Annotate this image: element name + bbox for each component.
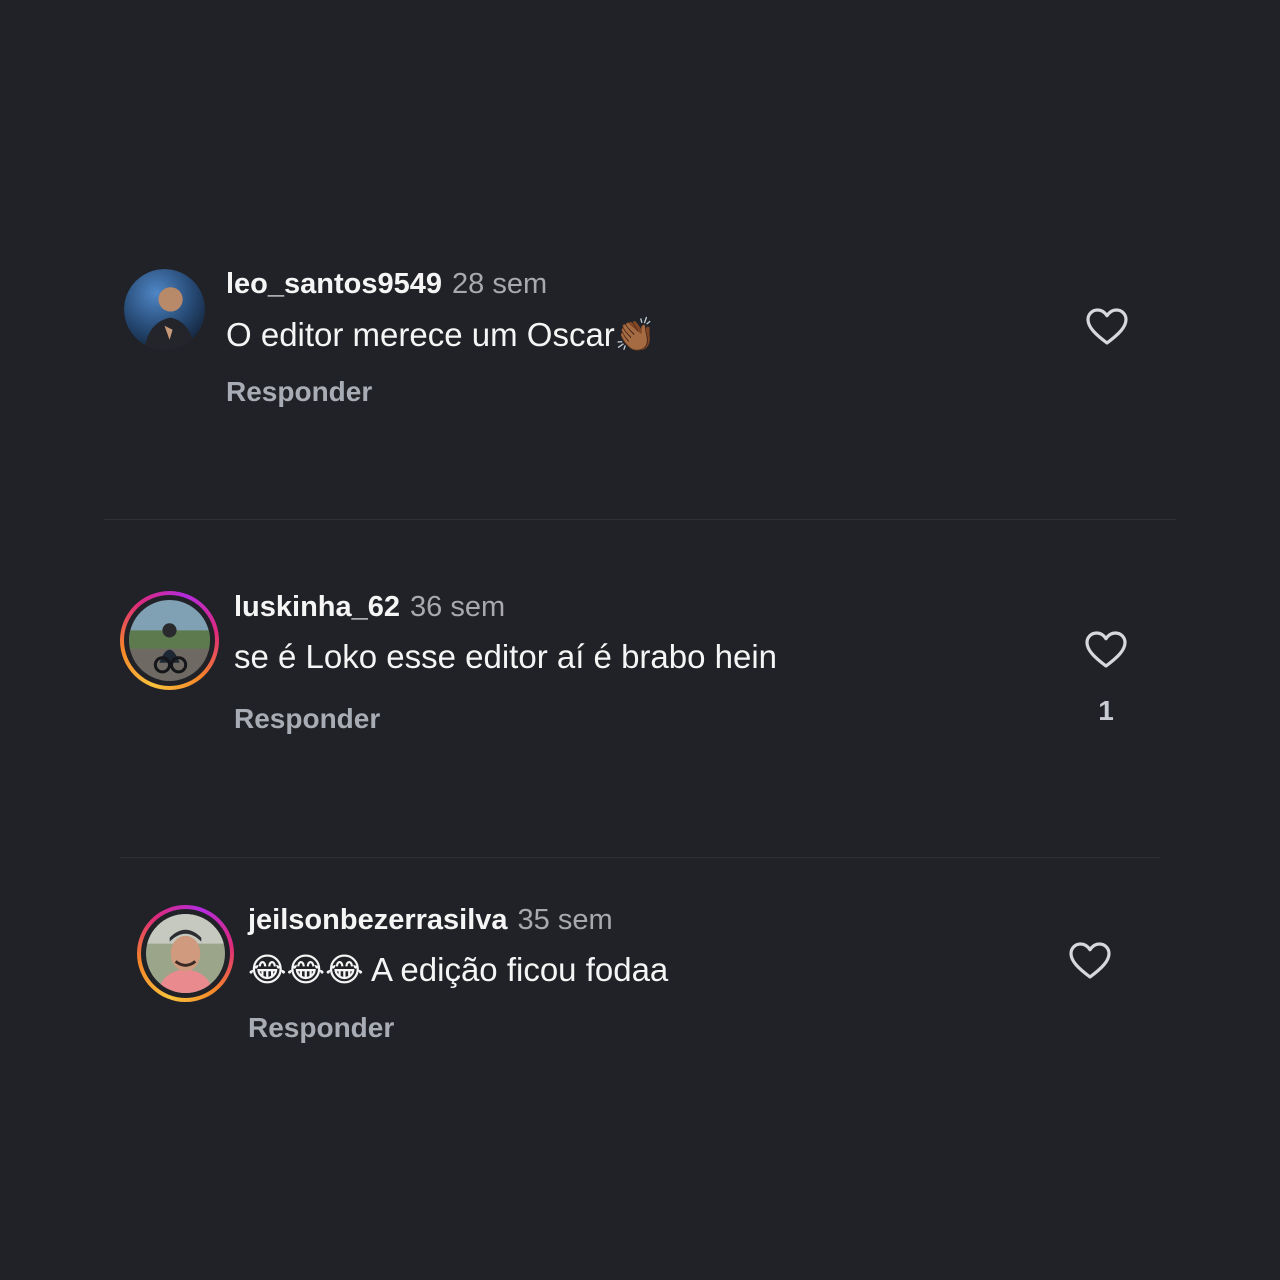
avatar-photo [124, 269, 205, 350]
like-count[interactable]: 1 [1084, 695, 1128, 727]
timestamp: 35 sem [517, 904, 613, 936]
comment-body: O editor merece um Oscar [226, 316, 615, 353]
comment-text: se é Loko esse editor aí é brabo hein [234, 638, 777, 676]
username[interactable]: jeilsonbezerrasilva [248, 904, 508, 936]
heart-outline-icon[interactable] [1084, 630, 1128, 670]
avatar-photo [146, 914, 225, 993]
comment-body: A edição ficou fodaa [371, 951, 669, 988]
avatar-photo [129, 600, 210, 681]
comment-header: jeilsonbezerrasilva 35 sem [248, 904, 613, 937]
clapping-hands-emoji: 👏🏾 [614, 315, 656, 354]
timestamp: 36 sem [410, 591, 506, 623]
avatar-story-ring[interactable] [120, 591, 219, 690]
divider [120, 857, 1160, 858]
avatar-story-ring[interactable] [137, 905, 234, 1002]
comment-body: se é Loko esse editor aí é brabo hein [234, 638, 778, 675]
heart-outline-icon[interactable] [1085, 307, 1129, 347]
laughing-tears-emoji: 😂😂😂 [248, 950, 364, 989]
username[interactable]: leo_santos9549 [226, 268, 442, 300]
comment-text: O editor merece um Oscar👏🏾 [226, 315, 656, 355]
reply-button[interactable]: Responder [248, 1012, 394, 1044]
reply-button[interactable]: Responder [234, 703, 380, 735]
comment-header: leo_santos9549 28 sem [226, 268, 547, 301]
reply-button[interactable]: Responder [226, 376, 372, 408]
comment-text: 😂😂😂 A edição ficou fodaa [248, 950, 668, 989]
heart-outline-icon[interactable] [1068, 941, 1112, 981]
timestamp: 28 sem [452, 268, 548, 300]
username[interactable]: luskinha_62 [234, 591, 400, 623]
avatar[interactable] [124, 269, 205, 350]
divider [104, 519, 1176, 520]
comment-header: luskinha_62 36 sem [234, 591, 505, 624]
